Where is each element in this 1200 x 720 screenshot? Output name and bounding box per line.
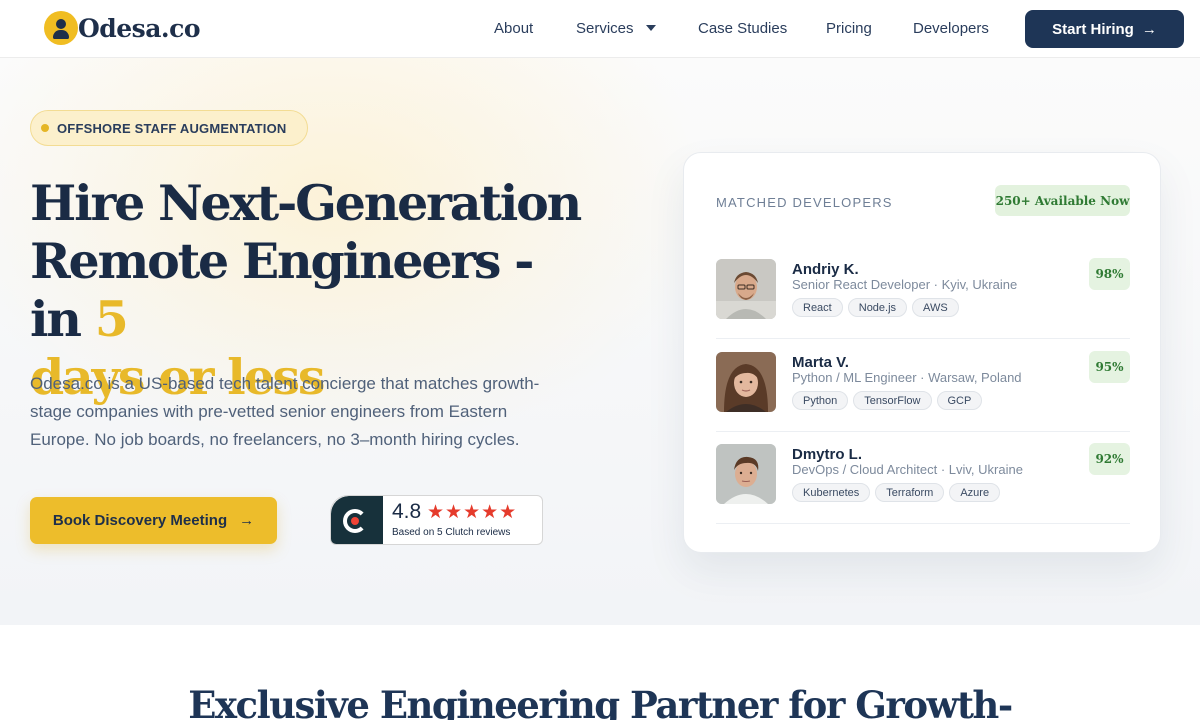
arrow-right-icon: →: [239, 512, 255, 529]
skill-tags: React Node.js AWS: [792, 298, 964, 317]
avatar: [716, 444, 776, 504]
logo-text: Odesa.co: [78, 13, 201, 43]
avatar: [716, 259, 776, 319]
star-icon: ★★★★★: [427, 502, 518, 523]
nav-pricing[interactable]: Pricing: [826, 20, 872, 37]
skill-tag: Python: [792, 391, 849, 410]
headline-accent-number: 5: [94, 290, 129, 348]
skill-tag: Azure: [949, 483, 1001, 502]
skill-tag: TensorFlow: [853, 391, 932, 410]
hero-badge: OFFSHORE STAFF AUGMENTATION: [30, 110, 308, 146]
developer-name: Dmytro L.: [792, 446, 863, 463]
nav-about[interactable]: About: [494, 20, 533, 37]
nav-services[interactable]: Services: [576, 20, 656, 37]
nav-developers[interactable]: Developers: [913, 20, 989, 37]
clutch-reviews-text: Based on 5 Clutch reviews: [392, 527, 511, 538]
developer-role: Senior React Developer · Kyiv, Ukraine: [792, 277, 1018, 292]
arrow-right-icon: →: [1141, 20, 1157, 38]
logo-mark-icon: [44, 11, 78, 45]
hero-section: OFFSHORE STAFF AUGMENTATION Hire Next-Ge…: [0, 58, 1200, 625]
clutch-rating-widget[interactable]: 4.8 ★★★★★ Based on 5 Clutch reviews: [330, 495, 543, 545]
developer-row[interactable]: Andriy K. Senior React Developer · Kyiv,…: [716, 246, 1130, 339]
clutch-score: 4.8: [392, 500, 422, 523]
site-header: Odesa.co About Services Case Studies Pri…: [0, 0, 1200, 58]
book-discovery-meeting-label: Book Discovery Meeting: [52, 512, 228, 529]
match-score-badge: 95%: [1089, 351, 1130, 383]
developer-row[interactable]: Dmytro L. DevOps / Cloud Architect · Lvi…: [716, 431, 1130, 524]
skill-tags: Python TensorFlow GCP: [792, 391, 987, 410]
badge-text: OFFSHORE STAFF AUGMENTATION: [57, 120, 287, 136]
avatar: [716, 352, 776, 412]
skill-tags: Kubernetes Terraform Azure: [792, 483, 1005, 502]
match-score-badge: 98%: [1089, 258, 1130, 290]
headline-line1: Hire Next-Generation: [30, 174, 582, 232]
skill-tag: Terraform: [875, 483, 945, 502]
hero-description: Odesa.co is a US-based tech talent conci…: [30, 374, 540, 449]
developer-row[interactable]: Marta V. Python / ML Engineer · Warsaw, …: [716, 339, 1130, 432]
matched-developers-card: MATCHED DEVELOPERS 250+ Available Now An…: [683, 152, 1161, 553]
card-label: MATCHED DEVELOPERS: [716, 195, 893, 210]
nav-case-studies[interactable]: Case Studies: [698, 20, 787, 37]
clutch-logo-icon: [331, 496, 383, 544]
section-title: Exclusive Engineering Partner for Growth…: [188, 683, 1013, 720]
chevron-down-icon: [645, 25, 656, 31]
match-score-badge: 92%: [1089, 443, 1130, 475]
skill-tag: GCP: [936, 391, 983, 410]
developer-role: DevOps / Cloud Architect · Lviv, Ukraine: [792, 462, 1023, 477]
partner-section: Exclusive Engineering Partner for Growth…: [0, 625, 1200, 720]
start-hiring-label: Start Hiring: [1052, 20, 1134, 38]
available-badge: 250+ Available Now: [995, 185, 1130, 216]
skill-tag: React: [792, 298, 843, 317]
developer-name: Marta V.: [792, 354, 849, 371]
skill-tag: Kubernetes: [792, 483, 871, 502]
skill-tag: AWS: [912, 298, 959, 317]
badge-dot-icon: [41, 124, 49, 132]
developer-role: Python / ML Engineer · Warsaw, Poland: [792, 370, 1022, 385]
developer-name: Andriy K.: [792, 261, 859, 278]
start-hiring-button[interactable]: Start Hiring →: [1025, 10, 1184, 48]
book-discovery-meeting-button[interactable]: Book Discovery Meeting →: [30, 497, 277, 544]
logo-link[interactable]: Odesa.co: [44, 11, 201, 45]
nav-services-label: Services: [576, 20, 634, 37]
skill-tag: Node.js: [847, 298, 908, 317]
